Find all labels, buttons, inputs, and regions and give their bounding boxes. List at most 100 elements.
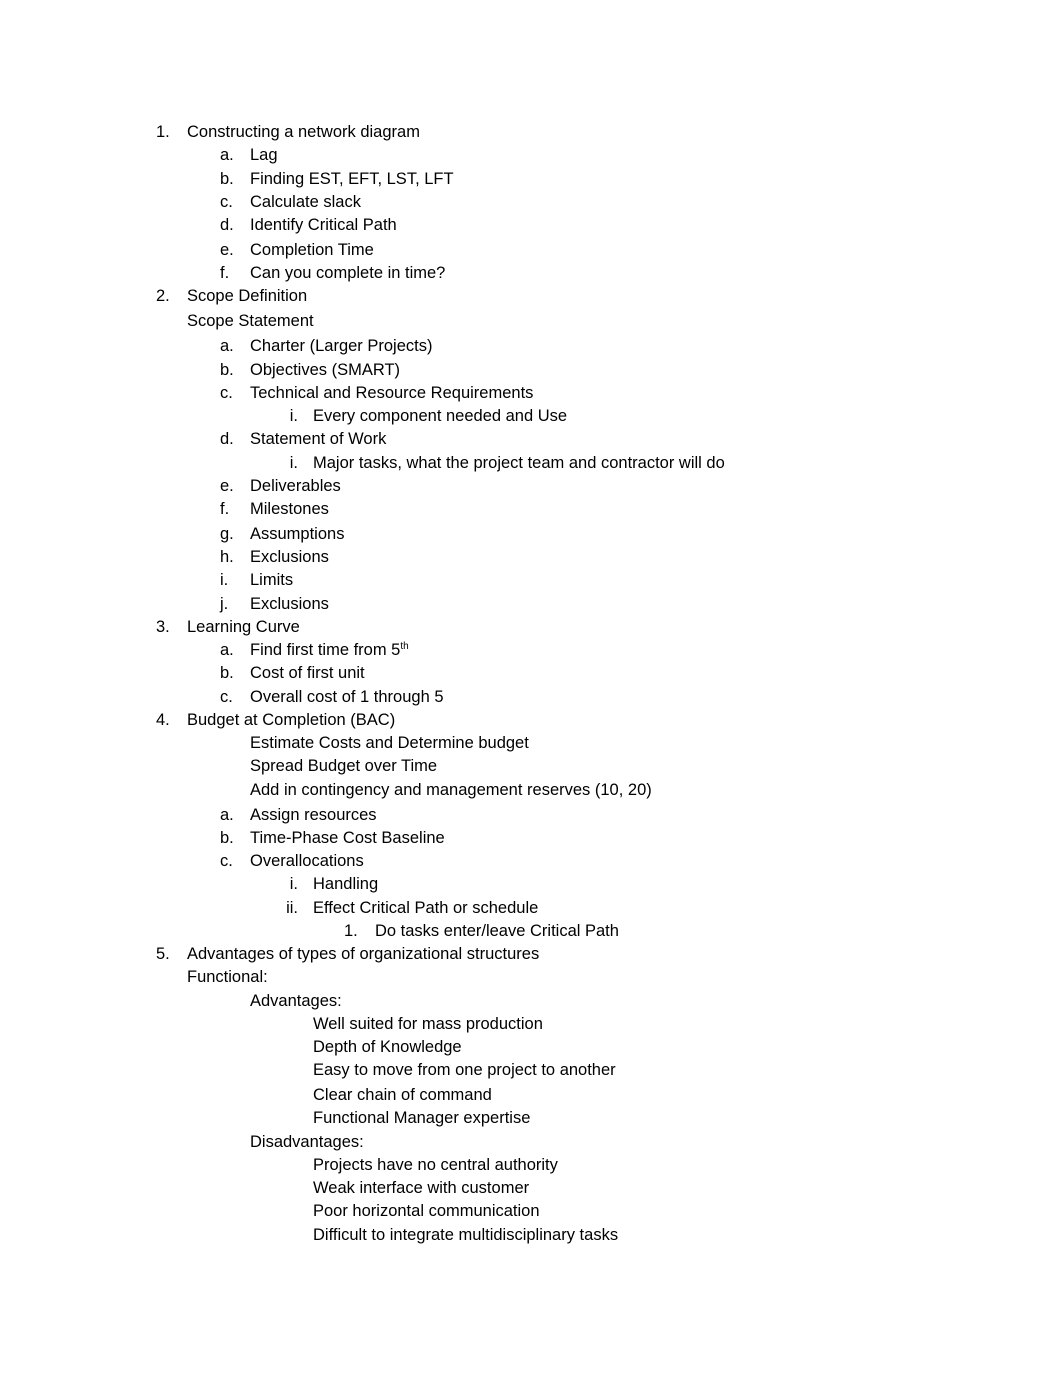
list-marker: a. [220,641,234,659]
list-item-label: Calculate slack [250,193,361,211]
list-item-label: Find first time from 5 [250,641,401,659]
list-item-text: Find first time from 5th [250,640,409,660]
list-marker: i. [289,407,298,425]
list-item-label: Add in contingency and management reserv… [250,781,652,799]
list-marker: i. [220,571,229,589]
list-marker: d. [220,430,234,448]
list-item-text: Major tasks, what the project team and c… [313,453,725,473]
list-item-label: Advantages: [250,992,342,1010]
list-item-label: Assumptions [250,525,345,543]
list-item-label: Poor horizontal communication [313,1202,540,1220]
list-item-text: Charter (Larger Projects) [250,336,432,356]
list-item-text: Overall cost of 1 through 5 [250,687,444,707]
list-item-label: Major tasks, what the project team and c… [313,454,725,472]
list-item-label: Constructing a network diagram [187,123,420,141]
list-item-text: Time-Phase Cost Baseline [250,828,445,848]
list-item-text: Depth of Knowledge [313,1037,462,1057]
list-marker: 3. [156,618,170,636]
list-item-label: Advantages of types of organizational st… [187,945,540,963]
list-marker: i. [289,875,298,893]
list-item-label: Effect Critical Path or schedule [313,899,539,917]
list-item-text: Estimate Costs and Determine budget [250,733,529,753]
list-marker: c. [220,852,233,870]
list-item-label: Assign resources [250,806,377,824]
list-item-text: Difficult to integrate multidisciplinary… [313,1225,618,1245]
list-marker: c. [220,384,233,402]
list-item-text: Disadvantages: [250,1132,364,1152]
list-item-label: Weak interface with customer [313,1179,530,1197]
list-item-label: Depth of Knowledge [313,1038,462,1056]
list-item-label: Charter (Larger Projects) [250,337,433,355]
list-item-text: Well suited for mass production [313,1014,543,1034]
list-item-label: Scope Definition [187,287,308,305]
list-item-text: Poor horizontal communication [313,1201,540,1221]
list-item-text: Learning Curve [187,617,300,637]
list-item-label: Overall cost of 1 through 5 [250,688,444,706]
list-marker: e. [220,241,234,259]
list-item-text: Clear chain of command [313,1085,492,1105]
list-item-text: Every component needed and Use [313,406,567,426]
list-item-text: Handling [313,874,378,894]
list-item-label: Every component needed and Use [313,407,568,425]
list-marker: a. [220,146,234,164]
list-item-text: Weak interface with customer [313,1178,529,1198]
list-item-text: Can you complete in time? [250,263,445,283]
list-marker: 2. [156,287,170,305]
list-marker: a. [220,806,234,824]
list-item-text: Advantages: [250,991,342,1011]
list-item-text: Spread Budget over Time [250,756,437,776]
list-marker: ii. [286,899,298,917]
list-item-label: Difficult to integrate multidisciplinary… [313,1226,619,1244]
list-item-text: Effect Critical Path or schedule [313,898,538,918]
list-item-label: Exclusions [250,595,329,613]
list-marker: b. [220,829,234,847]
list-marker: i. [289,454,298,472]
list-marker: j. [220,595,229,613]
list-item-label: Budget at Completion (BAC) [187,711,396,729]
list-marker: h. [220,548,234,566]
list-marker: a. [220,337,234,355]
list-item-text: Statement of Work [250,429,386,449]
list-item-text: Objectives (SMART) [250,360,400,380]
list-item-text: Budget at Completion (BAC) [187,710,395,730]
list-item-label: Easy to move from one project to another [313,1061,616,1079]
list-marker: e. [220,477,234,495]
list-item-label: Scope Statement [187,312,314,330]
list-item-text: Exclusions [250,594,329,614]
list-item-label: Time-Phase Cost Baseline [250,829,445,847]
list-marker: c. [220,688,233,706]
list-item-label: Exclusions [250,548,329,566]
list-item-text: Advantages of types of organizational st… [187,944,539,964]
list-marker: f. [220,500,230,518]
list-item-text: Exclusions [250,547,329,567]
list-item-label: Clear chain of command [313,1086,492,1104]
list-marker: b. [220,170,234,188]
list-item-text: Completion Time [250,240,374,260]
list-item-text: Cost of first unit [250,663,365,683]
list-item-label: Lag [250,146,278,164]
list-item-label: Statement of Work [250,430,387,448]
list-item-label: Do tasks enter/leave Critical Path [375,922,619,940]
list-marker: g. [220,525,234,543]
list-item-label: Learning Curve [187,618,300,636]
list-item-label: Disadvantages: [250,1133,364,1151]
list-marker: 4. [156,711,170,729]
list-item-text: Assumptions [250,524,344,544]
list-item-text: Scope Statement [187,311,314,331]
list-marker: 1. [156,123,170,141]
list-item-label: Well suited for mass production [313,1015,543,1033]
list-marker: b. [220,664,234,682]
list-marker: d. [220,216,234,234]
list-marker: f. [220,264,230,282]
list-item-text: Overallocations [250,851,364,871]
list-item-label: Objectives (SMART) [250,361,401,379]
list-item-label: Overallocations [250,852,364,870]
list-item-label: Cost of first unit [250,664,365,682]
list-item-text: Technical and Resource Requirements [250,383,533,403]
list-item-text: Lag [250,145,278,165]
list-item-label: Deliverables [250,477,341,495]
list-item-label: Handling [313,875,379,893]
list-marker: b. [220,361,234,379]
list-item-text: Milestones [250,499,329,519]
list-marker: 5. [156,945,170,963]
